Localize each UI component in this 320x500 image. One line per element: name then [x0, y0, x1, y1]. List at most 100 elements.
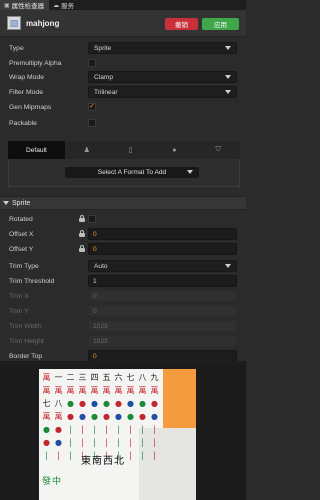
mahjong-tile: 七 [42, 399, 51, 408]
tab-services[interactable]: ☁ 服务 [49, 0, 79, 11]
chevron-down-icon [187, 170, 193, 174]
premultiply-alpha-label: Premultiply Alpha [9, 59, 62, 67]
mahjong-tile: | [117, 438, 120, 447]
offset-x-label: Offset X [9, 230, 34, 238]
gen-mipmaps-label: Gen Mipmaps [9, 103, 52, 111]
info-icon: ▣ [4, 2, 10, 9]
mahjong-tile: 萬 [42, 373, 51, 382]
trim-threshold-label: Trim Threshold [9, 277, 55, 285]
type-row: Type Sprite [0, 41, 246, 55]
panel-tab-bar: ▣ 属性检查器 ☁ 服务 [0, 0, 246, 10]
mahjong-tile: 八 [54, 399, 63, 408]
lock-icon[interactable] [79, 230, 85, 237]
mahjong-tile: 萬 [114, 386, 123, 395]
mahjong-tile: | [141, 451, 144, 460]
trim-x-row: Trim X 0 [0, 289, 246, 303]
mahjong-tile: | [141, 425, 144, 434]
gen-mipmaps-checkbox[interactable]: ✓ [88, 103, 96, 111]
type-label: Type [9, 44, 24, 52]
premultiply-alpha-checkbox[interactable] [88, 59, 96, 67]
packable-row: Packable [0, 116, 246, 130]
wrap-mode-value: Clamp [94, 73, 114, 81]
wrap-mode-dropdown[interactable]: Clamp [88, 71, 237, 83]
sprite-section-header[interactable]: Sprite [0, 196, 246, 210]
collapse-icon [3, 201, 9, 205]
chevron-down-icon [225, 90, 231, 94]
tab-default[interactable]: Default [8, 141, 65, 159]
trim-y-label: Trim Y [9, 307, 29, 315]
mahjong-tile: 五 [102, 373, 111, 382]
tab-android[interactable]: ♟ [65, 141, 109, 159]
mahjong-tile: ● [43, 425, 50, 434]
trim-height-label: Trim Height [9, 337, 44, 345]
sprite-section-title: Sprite [12, 199, 31, 207]
apply-button[interactable]: 应用 [202, 18, 239, 30]
mahjong-tile: | [93, 425, 96, 434]
border-top-label: Border Top [9, 352, 43, 360]
format-select-label: Select A Format To Add [97, 169, 167, 176]
texture-preview: 萬一二三四五六七八九萬萬萬萬萬萬萬萬萬萬七八 ● ● ● ● ● ● ● ● 萬萬 ● ● ● ● ● ● ● ●… [0, 364, 246, 500]
mahjong-tile: ● [103, 399, 110, 408]
mahjong-tile: ● [151, 412, 158, 421]
filter-mode-dropdown[interactable]: Trilinear [88, 86, 237, 98]
mahjong-tile: 萬 [150, 386, 159, 395]
filter-mode-label: Filter Mode [9, 88, 43, 96]
mahjong-tile: 二 [66, 373, 75, 382]
mahjong-tile: | [129, 451, 132, 460]
rotated-label: Rotated [9, 215, 33, 223]
trim-height-row: Trim Height 1023 [0, 334, 246, 348]
mahjong-tile: 萬 [66, 386, 75, 395]
mahjong-tile: ● [55, 425, 62, 434]
format-select[interactable]: Select A Format To Add [65, 167, 199, 178]
mahjong-tile: | [45, 451, 48, 460]
mahjong-tile: 六 [114, 373, 123, 382]
mahjong-tile: ● [67, 399, 74, 408]
mahjong-tile: ● [127, 399, 134, 408]
mahjong-tile: | [69, 451, 72, 460]
mahjong-tile: ● [67, 412, 74, 421]
wrap-mode-row: Wrap Mode Clamp [0, 70, 246, 84]
mahjong-tile: | [153, 438, 156, 447]
mahjong-tile: 萬 [126, 386, 135, 395]
mahjong-tile: ● [55, 438, 62, 447]
rotated-checkbox[interactable] [88, 215, 96, 223]
offset-y-input[interactable]: 0 [88, 243, 237, 255]
mahjong-tile: 九 [150, 373, 159, 382]
trim-type-dropdown[interactable]: Auto [88, 260, 237, 272]
offset-y-label: Offset Y [9, 245, 34, 253]
tab-wechat[interactable]: ● [152, 141, 196, 159]
platform-tabs: Default ♟ ▯ ● ⛉ [8, 141, 240, 159]
mahjong-tile: ● [139, 412, 146, 421]
trim-threshold-input[interactable]: 1 [88, 275, 237, 287]
lock-icon[interactable] [79, 215, 85, 222]
tab-inspector[interactable]: ▣ 属性检查器 [0, 0, 50, 10]
image-file-icon: ▧ [7, 16, 21, 30]
trim-height-input: 1023 [88, 335, 237, 347]
trim-y-input: 0 [88, 305, 237, 317]
trim-type-label: Trim Type [9, 262, 39, 270]
trim-width-input: 1023 [88, 320, 237, 332]
premultiply-alpha-row: Premultiply Alpha [0, 56, 246, 70]
mahjong-tile: | [69, 425, 72, 434]
type-dropdown[interactable]: Sprite [88, 42, 237, 54]
revert-button[interactable]: 撤销 [165, 18, 198, 30]
mahjong-tile-grid: 萬一二三四五六七八九萬萬萬萬萬萬萬萬萬萬七八 ● ● ● ● ● ● ● ● 萬萬 ● ● ● ● ● ● ● ●… [41, 371, 159, 462]
mahjong-tile: 萬 [42, 412, 51, 421]
offset-x-input[interactable]: 0 [88, 228, 237, 240]
lock-icon[interactable] [79, 245, 85, 252]
mahjong-tile: ● [115, 399, 122, 408]
packable-label: Packable [9, 119, 37, 127]
tab-mobile[interactable]: ▯ [109, 141, 153, 159]
trim-type-value: Auto [94, 262, 108, 270]
cloud-icon: ☁ [53, 2, 60, 9]
packable-checkbox[interactable] [88, 119, 96, 127]
mahjong-tile: | [141, 438, 144, 447]
mahjong-tile: ● [139, 399, 146, 408]
tab-html5[interactable]: ⛉ [196, 141, 240, 159]
html5-icon: ⛉ [215, 146, 221, 153]
offset-x-row: Offset X 0 [0, 227, 246, 241]
mahjong-tile: 四 [90, 373, 99, 382]
mahjong-tile: 七 [126, 373, 135, 382]
mahjong-tile: ● [151, 399, 158, 408]
trim-x-label: Trim X [9, 292, 29, 300]
